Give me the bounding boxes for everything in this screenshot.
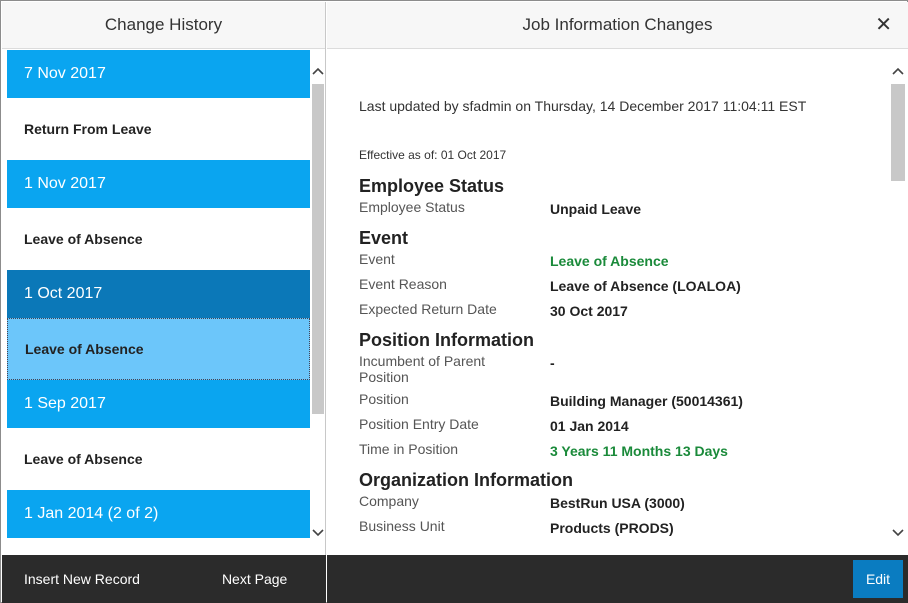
history-footer: Insert New Record Next Page (2, 555, 326, 603)
field-label: Incumbent of Parent Position (359, 353, 486, 385)
close-icon[interactable]: ✕ (875, 15, 892, 35)
history-list: 7 Nov 2017 Return From Leave 1 Nov 2017 … (7, 50, 310, 554)
field-company: Company BestRun USA (3000) (359, 493, 879, 512)
change-history-title: Change History (2, 2, 325, 49)
details-content: Last updated by sfadmin on Thursday, 14 … (359, 50, 879, 554)
field-value: Building Manager (50014361) (550, 393, 743, 409)
record-date[interactable]: 1 Oct 2017 (7, 270, 310, 318)
record-date[interactable]: 7 Nov 2017 (7, 50, 310, 98)
change-history-panel: Change History 7 Nov 2017 Return From Le… (2, 2, 326, 603)
field-expected-return-date: Expected Return Date 30 Oct 2017 (359, 301, 879, 320)
history-record[interactable]: 1 Jan 2014 (2 of 2) (7, 490, 310, 538)
record-event[interactable]: Return From Leave (7, 98, 310, 160)
record-date[interactable]: 1 Sep 2017 (7, 380, 310, 428)
field-label: Event (359, 251, 395, 267)
history-record-selected[interactable]: 1 Oct 2017 Leave of Absence (7, 270, 310, 380)
field-value: BestRun USA (3000) (550, 495, 685, 511)
details-footer: Edit (327, 555, 908, 603)
record-date[interactable]: 1 Nov 2017 (7, 160, 310, 208)
record-date[interactable]: 1 Jan 2014 (2 of 2) (7, 490, 310, 538)
field-employee-status: Employee Status Unpaid Leave (359, 199, 879, 218)
record-event[interactable]: Leave of Absence (7, 318, 310, 380)
field-value: Leave of Absence (LOALOA) (550, 278, 741, 294)
history-record[interactable]: 7 Nov 2017 Return From Leave (7, 50, 310, 160)
field-label: Company (359, 493, 419, 509)
chevron-up-icon[interactable] (311, 62, 325, 80)
field-label: Position (359, 391, 409, 407)
history-scrollbar[interactable] (311, 62, 325, 542)
field-incumbent-of-parent-position: Incumbent of Parent Position - (359, 353, 879, 385)
section-title-organization-information: Organization Information (359, 470, 573, 490)
field-label: Event Reason (359, 276, 447, 292)
field-time-in-position: Time in Position 3 Years 11 Months 13 Da… (359, 441, 879, 460)
last-updated-text: Last updated by sfadmin on Thursday, 14 … (359, 98, 807, 114)
field-event-reason: Event Reason Leave of Absence (LOALOA) (359, 276, 879, 295)
field-value: Unpaid Leave (550, 201, 642, 217)
scroll-thumb[interactable] (891, 84, 905, 181)
field-label: Business Unit (359, 518, 445, 534)
field-value: 01 Jan 2014 (550, 418, 629, 434)
field-business-unit: Business Unit Products (PRODS) (359, 518, 879, 537)
chevron-down-icon[interactable] (311, 524, 325, 542)
scroll-thumb[interactable] (312, 84, 324, 414)
chevron-down-icon[interactable] (890, 524, 906, 542)
field-value: Products (PRODS) (550, 520, 674, 536)
field-position: Position Building Manager (50014361) (359, 391, 879, 410)
edit-button[interactable]: Edit (853, 560, 903, 598)
job-information-panel: Job Information Changes ✕ Last updated b… (327, 2, 908, 603)
next-page-button[interactable]: Next Page (222, 571, 287, 587)
field-value: Leave of Absence (550, 253, 669, 269)
effective-date: Effective as of: 01 Oct 2017 (359, 148, 507, 162)
field-label: Time in Position (359, 441, 459, 457)
section-title-event: Event (359, 228, 409, 248)
field-value: - (550, 355, 555, 371)
job-information-header: Job Information Changes ✕ (327, 2, 908, 49)
history-record[interactable]: 1 Sep 2017 Leave of Absence (7, 380, 310, 490)
history-record[interactable]: 1 Nov 2017 Leave of Absence (7, 160, 310, 270)
panel-title: Job Information Changes (522, 15, 713, 34)
field-value: 30 Oct 2017 (550, 303, 628, 319)
section-title-employee-status: Employee Status (359, 176, 505, 196)
record-event[interactable]: Leave of Absence (7, 428, 310, 490)
field-position-entry-date: Position Entry Date 01 Jan 2014 (359, 416, 879, 435)
section-title-position-information: Position Information (359, 330, 534, 350)
field-event: Event Leave of Absence (359, 251, 879, 270)
chevron-up-icon[interactable] (890, 62, 906, 80)
field-label: Position Entry Date (359, 416, 479, 432)
dialog: Change History 7 Nov 2017 Return From Le… (0, 0, 908, 603)
field-label: Expected Return Date (359, 301, 497, 317)
field-label: Employee Status (359, 199, 465, 215)
record-event[interactable]: Leave of Absence (7, 208, 310, 270)
scroll-track[interactable] (311, 84, 325, 519)
field-value: 3 Years 11 Months 13 Days (550, 443, 728, 459)
insert-new-record-button[interactable]: Insert New Record (24, 571, 140, 587)
details-scrollbar[interactable] (890, 62, 906, 542)
